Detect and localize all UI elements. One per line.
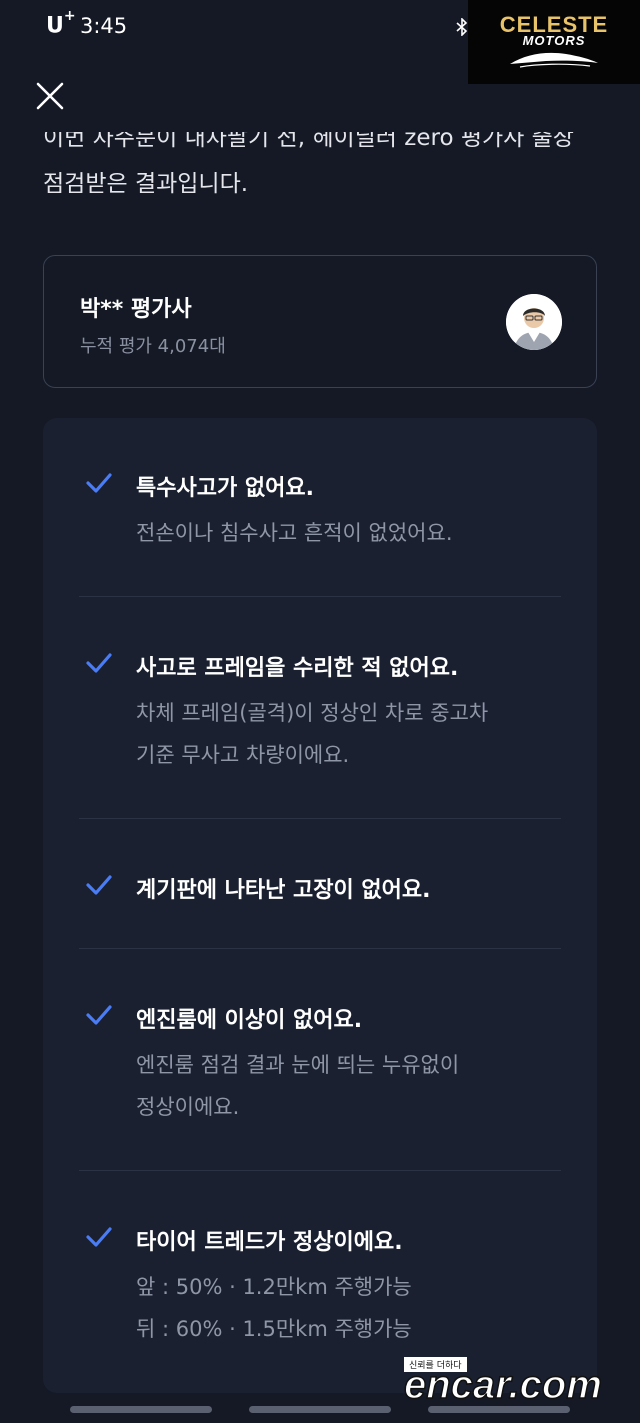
- evaluator-avatar: [506, 294, 562, 350]
- bluetooth-icon: [456, 17, 468, 40]
- close-icon: [36, 82, 64, 110]
- watermark-text: encar.com: [403, 1362, 602, 1408]
- intro-line-clipped: 이번 차주분이 내차팔기 전, 헤이딜러 zero 평가사 출장: [43, 132, 603, 162]
- divider: [79, 948, 561, 949]
- checkmark-icon: [86, 1227, 112, 1247]
- divider: [79, 1170, 561, 1171]
- intro-text: 이번 차주분이 내차팔기 전, 헤이딜러 zero 평가사 출장 점검받은 결과…: [43, 132, 603, 206]
- close-button[interactable]: [30, 76, 70, 116]
- check-title: 계기판에 나타난 고장이 없어요.: [136, 878, 431, 903]
- check-desc-line: 차체 프레임(골격)이 정상인 차로 중고차: [136, 701, 489, 725]
- evaluator-name: 박** 평가사: [80, 297, 192, 322]
- checkmark-icon: [86, 1005, 112, 1025]
- checkmark-icon: [86, 473, 112, 493]
- intro-line-1: 이번 차주분이 내차팔기 전, 헤이딜러 zero 평가사 출장: [43, 132, 574, 151]
- checkmark-icon: [86, 875, 112, 895]
- evaluator-card: 박** 평가사 누적 평가 4,074대: [43, 255, 597, 388]
- intro-line-2: 점검받은 결과입니다.: [43, 171, 249, 197]
- divider: [79, 596, 561, 597]
- check-title: 엔진룸에 이상이 없어요.: [136, 1008, 363, 1033]
- check-title: 타이어 트레드가 정상이에요.: [136, 1230, 403, 1255]
- check-title: 특수사고가 없어요.: [136, 476, 314, 501]
- nav-bar-segment: [70, 1406, 212, 1413]
- carrier-name: U: [46, 13, 64, 39]
- check-desc-line: 엔진룸 점검 결과 눈에 띄는 누유없이: [136, 1053, 460, 1077]
- check-desc-line: 정상이에요.: [136, 1095, 240, 1119]
- logo-sub-text: MOTORS: [522, 33, 586, 48]
- check-desc-line: 뒤 : 60% · 1.5만km 주행가능: [136, 1317, 412, 1341]
- check-desc: 차체 프레임(골격)이 정상인 차로 중고차 기준 무사고 차량이에요.: [136, 692, 488, 776]
- check-desc: 전손이나 침수사고 흔적이 없었어요.: [136, 512, 453, 554]
- divider: [79, 818, 561, 819]
- check-desc-line: 기준 무사고 차량이에요.: [136, 743, 350, 767]
- nav-bar-segment: [428, 1406, 570, 1413]
- nav-bar-segment: [249, 1406, 391, 1413]
- dealer-logo: CELESTE MOTORS: [468, 0, 640, 84]
- inspection-checklist: 특수사고가 없어요. 전손이나 침수사고 흔적이 없었어요. 사고로 프레임을 …: [43, 418, 597, 1393]
- check-desc: 엔진룸 점검 결과 눈에 띄는 누유없이 정상이에요.: [136, 1044, 459, 1128]
- check-title: 사고로 프레임을 수리한 적 없어요.: [136, 656, 459, 681]
- check-desc-line: 앞 : 50% · 1.2만km 주행가능: [136, 1275, 412, 1299]
- evaluator-count: 누적 평가 4,074대: [80, 336, 226, 357]
- status-time: 3:45: [80, 14, 128, 38]
- check-desc-line: 전손이나 침수사고 흔적이 없었어요.: [136, 521, 453, 545]
- check-desc: 앞 : 50% · 1.2만km 주행가능 뒤 : 60% · 1.5만km 주…: [136, 1266, 412, 1350]
- carrier-label: U+: [46, 8, 76, 39]
- car-silhouette-icon: [510, 52, 598, 68]
- carrier-plus: +: [63, 8, 76, 24]
- checkmark-icon: [86, 653, 112, 673]
